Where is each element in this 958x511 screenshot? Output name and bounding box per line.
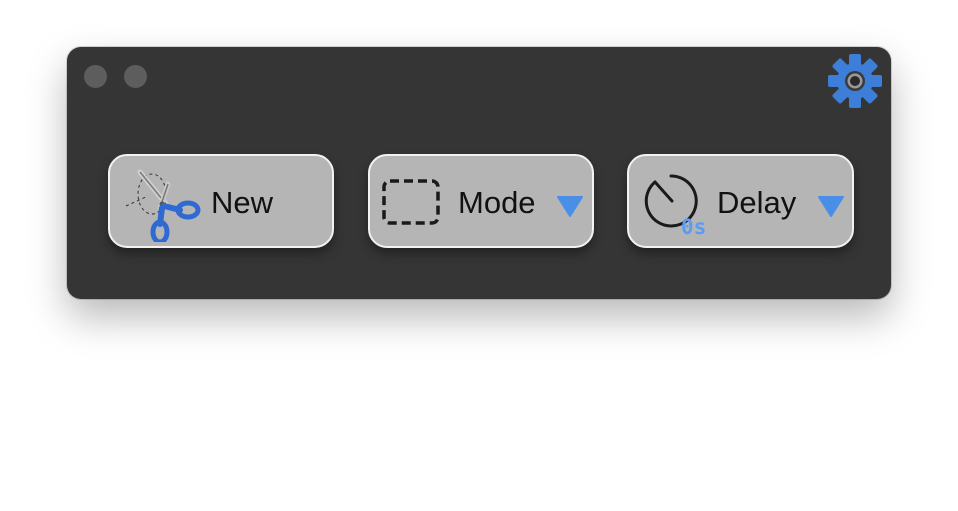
caret-down-icon [818,196,844,217]
delay-value: 0s [681,215,707,239]
delay-button[interactable]: 0s Delay [627,154,854,248]
delay-button-label: Delay [717,185,797,220]
settings-button[interactable] [827,53,883,109]
new-button[interactable]: New [108,154,334,248]
dashed-rectangle-icon [382,179,440,225]
gear-icon [828,54,882,108]
new-button-label: New [211,185,274,220]
close-window-button[interactable] [84,65,107,88]
caret-down-icon [557,196,583,217]
mode-button[interactable]: Mode [368,154,594,248]
scissors-icon [125,169,201,242]
snipping-tool-window: New Mode 0s Delay [67,47,891,299]
minimize-window-button[interactable] [124,65,147,88]
mode-button-label: Mode [458,185,536,220]
